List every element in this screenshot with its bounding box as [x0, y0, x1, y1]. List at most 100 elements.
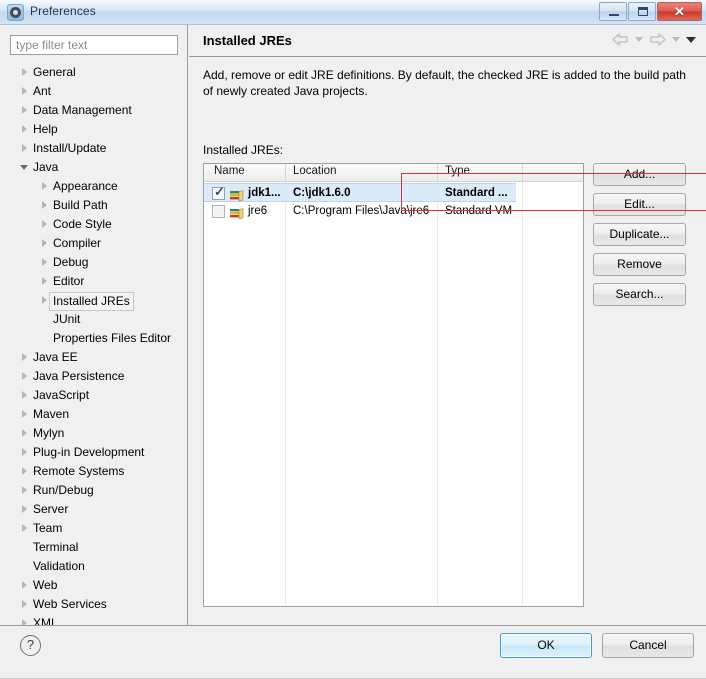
search-button[interactable]: Search... — [593, 283, 686, 306]
table-row[interactable]: ✓ jdk1... C:\jdk1.6.0 Standard ... — [204, 183, 516, 202]
sidebar-item-java[interactable]: Java — [0, 158, 187, 177]
sidebar-item-install-update[interactable]: Install/Update — [0, 139, 187, 158]
duplicate-button[interactable]: Duplicate... — [593, 223, 686, 246]
sidebar-item-ant[interactable]: Ant — [0, 82, 187, 101]
chevron-right-icon[interactable] — [40, 277, 49, 286]
search-input[interactable]: type filter text — [16, 38, 87, 52]
chevron-right-icon[interactable] — [40, 258, 49, 267]
chevron-down-icon[interactable] — [20, 163, 29, 172]
view-menu-chevron-down-icon[interactable] — [686, 36, 696, 43]
chevron-right-icon[interactable] — [20, 448, 29, 457]
sidebar-item-label: Server — [33, 502, 69, 516]
sidebar-item-data-management[interactable]: Data Management — [0, 101, 187, 120]
column-header-type[interactable]: Type — [445, 165, 470, 177]
jre-icon — [230, 206, 245, 220]
sidebar-item-plug-in-development[interactable]: Plug-in Development — [0, 443, 187, 462]
chevron-right-icon[interactable] — [20, 353, 29, 362]
sidebar-item-label: Java EE — [33, 350, 78, 364]
sidebar-item-junit[interactable]: JUnit — [0, 310, 187, 329]
row-checkbox[interactable] — [212, 205, 225, 218]
sidebar-item-web-services[interactable]: Web Services — [0, 595, 187, 614]
chevron-right-icon[interactable] — [20, 600, 29, 609]
filter-input-wrapper[interactable]: type filter text — [10, 35, 178, 55]
chevron-right-icon[interactable] — [20, 144, 29, 153]
remove-button[interactable]: Remove — [593, 253, 686, 276]
maximize-icon — [638, 7, 648, 16]
cell-type: Standard ... — [445, 187, 508, 199]
sidebar-item-maven[interactable]: Maven — [0, 405, 187, 424]
sidebar-item-java-ee[interactable]: Java EE — [0, 348, 187, 367]
sidebar-item-web[interactable]: Web — [0, 576, 187, 595]
sidebar-item-xml[interactable]: XML — [0, 614, 187, 625]
sidebar-item-code-style[interactable]: Code Style — [0, 215, 187, 234]
jre-action-buttons: Add... Edit... Duplicate... Remove Search... — [593, 163, 686, 313]
close-button[interactable]: ✕ — [657, 2, 702, 21]
column-header-name[interactable]: Name — [214, 165, 245, 177]
edit-button[interactable]: Edit... — [593, 193, 686, 216]
chevron-right-icon[interactable] — [20, 429, 29, 438]
sidebar-item-help[interactable]: Help — [0, 120, 187, 139]
sidebar-item-java-persistence[interactable]: Java Persistence — [0, 367, 187, 386]
cancel-button[interactable]: Cancel — [602, 633, 694, 658]
chevron-right-icon[interactable] — [20, 68, 29, 77]
forward-arrow-icon[interactable] — [649, 33, 666, 46]
ok-button[interactable]: OK — [500, 633, 592, 658]
sidebar-item-editor[interactable]: Editor — [0, 272, 187, 291]
sidebar-item-mylyn[interactable]: Mylyn — [0, 424, 187, 443]
sidebar-item-appearance[interactable]: Appearance — [0, 177, 187, 196]
sidebar-item-remote-systems[interactable]: Remote Systems — [0, 462, 187, 481]
table-row[interactable]: jre6 C:\Program Files\Java\jre6 Standard V… — [204, 202, 583, 221]
add-button[interactable]: Add... — [593, 163, 686, 186]
page-description: Add, remove or edit JRE definitions. By … — [203, 68, 686, 98]
header-separator[interactable] — [522, 164, 523, 181]
sidebar-item-properties-files-editor[interactable]: Properties Files Editor — [0, 329, 187, 348]
jre-table[interactable]: Name Location Type ✓ jdk1... C:\jdk1.6.0 St… — [203, 163, 584, 607]
chevron-right-icon[interactable] — [20, 581, 29, 590]
header-separator[interactable] — [437, 164, 438, 181]
chevron-right-icon[interactable] — [20, 391, 29, 400]
chevron-right-icon[interactable] — [20, 505, 29, 514]
chevron-right-icon[interactable] — [40, 182, 49, 191]
chevron-right-icon[interactable] — [40, 239, 49, 248]
chevron-right-icon[interactable] — [20, 106, 29, 115]
sidebar-item-installed-jres[interactable]: Installed JREs — [0, 291, 187, 311]
help-icon[interactable]: ? — [20, 635, 41, 656]
chevron-right-icon[interactable] — [40, 201, 49, 210]
sidebar-item-label: Maven — [33, 407, 70, 421]
chevron-right-icon[interactable] — [20, 486, 29, 495]
column-header-location[interactable]: Location — [293, 165, 336, 177]
preferences-tree[interactable]: General Ant Data Management Help Install/Upd… — [0, 63, 187, 625]
sidebar-item-team[interactable]: Team — [0, 519, 187, 538]
sidebar-item-debug[interactable]: Debug — [0, 253, 187, 272]
back-menu-chevron-down-icon[interactable] — [635, 37, 643, 42]
back-arrow-icon[interactable] — [612, 33, 629, 46]
sidebar-item-label: Appearance — [53, 179, 118, 193]
chevron-right-icon[interactable] — [40, 220, 49, 229]
sidebar-item-label: Build Path — [53, 198, 108, 212]
header-separator[interactable] — [285, 164, 286, 181]
sidebar-item-label: Web — [33, 578, 58, 592]
sidebar-item-compiler[interactable]: Compiler — [0, 234, 187, 253]
minimize-button[interactable] — [599, 2, 627, 21]
chevron-right-icon[interactable] — [20, 524, 29, 533]
chevron-right-icon[interactable] — [20, 87, 29, 96]
chevron-right-icon[interactable] — [40, 296, 49, 305]
sidebar-item-javascript[interactable]: JavaScript — [0, 386, 187, 405]
minimize-icon — [609, 14, 619, 16]
row-checkbox[interactable]: ✓ — [212, 185, 225, 200]
sidebar-item-label: Remote Systems — [33, 464, 125, 478]
chevron-right-icon[interactable] — [20, 467, 29, 476]
chevron-right-icon[interactable] — [20, 125, 29, 134]
chevron-right-icon[interactable] — [20, 410, 29, 419]
jre-icon — [230, 188, 245, 202]
maximize-button[interactable] — [628, 2, 656, 21]
chevron-right-icon[interactable] — [20, 372, 29, 381]
forward-menu-chevron-down-icon[interactable] — [672, 37, 680, 42]
preferences-content: Installed JREs Add, remove or edit JRE d… — [189, 25, 706, 625]
sidebar-item-server[interactable]: Server — [0, 500, 187, 519]
sidebar-item-terminal[interactable]: Terminal — [0, 538, 187, 557]
sidebar-item-build-path[interactable]: Build Path — [0, 196, 187, 215]
sidebar-item-general[interactable]: General — [0, 63, 187, 82]
sidebar-item-validation[interactable]: Validation — [0, 557, 187, 576]
sidebar-item-run-debug[interactable]: Run/Debug — [0, 481, 187, 500]
